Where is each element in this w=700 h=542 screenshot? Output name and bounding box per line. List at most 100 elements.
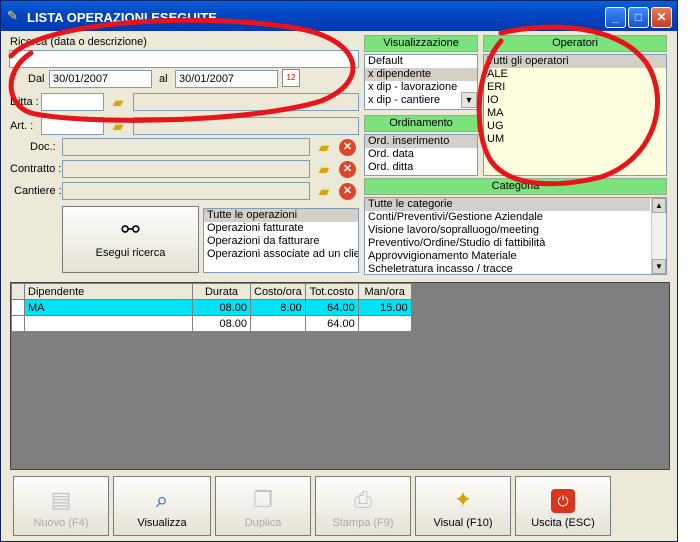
column-header[interactable]: Durata bbox=[192, 283, 251, 300]
list-item[interactable]: Tutte le operazioni bbox=[204, 209, 358, 222]
date-from-input[interactable]: 30/01/2007 bbox=[49, 70, 152, 88]
list-item[interactable]: Operazioni fatturate bbox=[204, 222, 358, 235]
cantiere-field bbox=[62, 182, 310, 200]
run-search-label: Esegui ricerca bbox=[95, 247, 166, 259]
stampa-button[interactable]: ⎙ Stampa (F9) bbox=[315, 476, 411, 536]
duplica-button[interactable]: ❐ Duplica bbox=[215, 476, 311, 536]
visualizzazione-header: Visualizzazione bbox=[364, 35, 478, 52]
list-item[interactable]: Operazioni da fatturare bbox=[204, 235, 358, 248]
list-item[interactable]: Tutti gli operatori bbox=[484, 55, 666, 68]
column-header[interactable]: Tot.costo bbox=[304, 283, 359, 300]
contratto-clear-icon[interactable]: ✕ bbox=[339, 161, 356, 178]
al-label: al bbox=[159, 73, 168, 85]
doc-clear-icon[interactable]: ✕ bbox=[339, 139, 356, 156]
cantiere-folder-icon[interactable]: ▰ bbox=[315, 182, 333, 200]
list-item[interactable]: Scheletratura incasso / tracce bbox=[365, 263, 666, 274]
categoria-scrollbar[interactable]: ▲ ▼ bbox=[651, 198, 666, 274]
doc-folder-icon[interactable]: ▰ bbox=[315, 138, 333, 156]
operatori-list[interactable]: Tutti gli operatori ALE ERI IO MA UG UM bbox=[483, 54, 667, 176]
list-item[interactable]: ALE bbox=[484, 68, 666, 81]
calendar-icon[interactable]: 12 bbox=[282, 69, 300, 87]
art-label: Art. : bbox=[10, 120, 34, 132]
search-input[interactable] bbox=[9, 50, 359, 68]
maximize-button[interactable]: □ bbox=[628, 7, 649, 28]
list-item[interactable]: Approvvigionamento Materiale bbox=[365, 250, 666, 263]
list-item[interactable]: Ord. data bbox=[365, 148, 477, 161]
table-cell bbox=[24, 315, 193, 332]
table-cell: 15.00 bbox=[357, 299, 412, 316]
scroll-up-icon[interactable]: ▲ bbox=[652, 198, 666, 213]
minimize-button[interactable]: _ bbox=[605, 7, 626, 28]
dal-label: Dal bbox=[28, 73, 45, 85]
doc-field bbox=[62, 138, 310, 156]
uscita-label: Uscita (ESC) bbox=[531, 517, 595, 529]
ditta-label: Ditta : bbox=[10, 96, 39, 108]
categoria-list[interactable]: Tutte le categorie Conti/Preventivi/Gest… bbox=[364, 197, 667, 275]
table-row[interactable]: MA 08.00 8.00 64.00 15.00 bbox=[11, 299, 412, 316]
visual-button[interactable]: ✦ Visual (F10) bbox=[415, 476, 511, 536]
nuovo-label: Nuovo (F4) bbox=[33, 517, 89, 529]
chevron-down-icon[interactable]: ▼ bbox=[461, 92, 477, 108]
results-grid[interactable]: Dipendente Durata Costo/ora Tot.costo Ma… bbox=[10, 282, 670, 470]
art-folder-icon[interactable]: ▰ bbox=[109, 117, 127, 135]
operations-filter-list[interactable]: Tutte le operazioni Operazioni fatturate… bbox=[203, 208, 359, 273]
ordinamento-header: Ordinamento bbox=[364, 115, 478, 132]
contratto-field bbox=[62, 160, 310, 178]
cantiere-clear-icon[interactable]: ✕ bbox=[339, 183, 356, 200]
window-title: LISTA OPERAZIONI ESEGUITE bbox=[27, 10, 217, 25]
table-cell: 08.00 bbox=[192, 299, 251, 316]
table-cell: 64.00 bbox=[304, 315, 359, 332]
art-name-field bbox=[133, 117, 359, 135]
table-cell bbox=[357, 315, 412, 332]
visualizza-button[interactable]: ⌕ Visualizza bbox=[113, 476, 211, 536]
column-header[interactable]: Man/ora bbox=[357, 283, 412, 300]
column-header[interactable]: Costo/ora bbox=[250, 283, 306, 300]
visualizza-label: Visualizza bbox=[137, 517, 187, 529]
list-item[interactable]: Ord. inserimento bbox=[365, 135, 477, 148]
contratto-label: Contratto : bbox=[10, 163, 62, 175]
list-item[interactable]: UM bbox=[484, 133, 666, 146]
list-item[interactable]: x dipendente bbox=[365, 68, 477, 81]
ordinamento-list[interactable]: Ord. inserimento Ord. data Ord. ditta bbox=[364, 134, 478, 176]
close-button[interactable]: ✕ bbox=[651, 7, 672, 28]
uscita-button[interactable]: ⏻ Uscita (ESC) bbox=[515, 476, 611, 536]
row-selector[interactable] bbox=[11, 315, 25, 332]
table-cell: 64.00 bbox=[304, 299, 359, 316]
row-selector-header bbox=[11, 283, 25, 300]
list-item[interactable]: Default bbox=[365, 55, 477, 68]
list-item[interactable]: Visione lavoro/sopralluogo/meeting bbox=[365, 224, 666, 237]
date-to-input[interactable]: 30/01/2007 bbox=[175, 70, 278, 88]
list-item[interactable]: Operazioni associate ad un clier bbox=[204, 248, 358, 261]
ditta-code-input[interactable] bbox=[41, 93, 104, 111]
list-item[interactable]: Conti/Preventivi/Gestione Aziendale bbox=[365, 211, 666, 224]
ditta-folder-icon[interactable]: ▰ bbox=[109, 93, 127, 111]
binoculars-icon: ⚯ bbox=[121, 217, 140, 242]
list-item[interactable]: IO bbox=[484, 94, 666, 107]
nuovo-button[interactable]: ▤ Nuovo (F4) bbox=[13, 476, 109, 536]
date-filter-checkbox[interactable]: ✓ bbox=[10, 72, 18, 83]
table-cell: 8.00 bbox=[250, 299, 306, 316]
table-header-row: Dipendente Durata Costo/ora Tot.costo Ma… bbox=[11, 283, 412, 300]
list-item[interactable]: Ord. ditta bbox=[365, 161, 477, 174]
list-item[interactable]: ERI bbox=[484, 81, 666, 94]
run-search-button[interactable]: ⚯ Esegui ricerca bbox=[62, 206, 199, 273]
table-cell: MA bbox=[24, 299, 193, 316]
magic-wand-icon: ✦ bbox=[453, 487, 473, 512]
list-item[interactable]: Tutte le categorie bbox=[365, 198, 650, 211]
list-item[interactable]: MA bbox=[484, 107, 666, 120]
doc-label: Doc.: bbox=[30, 141, 56, 153]
list-item[interactable]: Preventivo/Ordine/Studio di fattibilità bbox=[365, 237, 666, 250]
scroll-down-icon[interactable]: ▼ bbox=[652, 259, 666, 274]
column-header[interactable]: Dipendente bbox=[24, 283, 193, 300]
print-icon: ⎙ bbox=[354, 487, 372, 512]
search-label: Ricerca (data o descrizione) bbox=[10, 36, 147, 48]
contratto-folder-icon[interactable]: ▰ bbox=[315, 160, 333, 178]
visual-label: Visual (F10) bbox=[433, 517, 493, 529]
stampa-label: Stampa (F9) bbox=[332, 517, 394, 529]
row-selector[interactable] bbox=[11, 299, 25, 316]
table-row[interactable]: 08.00 64.00 bbox=[11, 315, 412, 332]
art-code-input[interactable] bbox=[41, 117, 104, 135]
list-item[interactable]: UG bbox=[484, 120, 666, 133]
new-record-icon: ▤ bbox=[50, 487, 72, 512]
ditta-name-field bbox=[133, 93, 359, 111]
